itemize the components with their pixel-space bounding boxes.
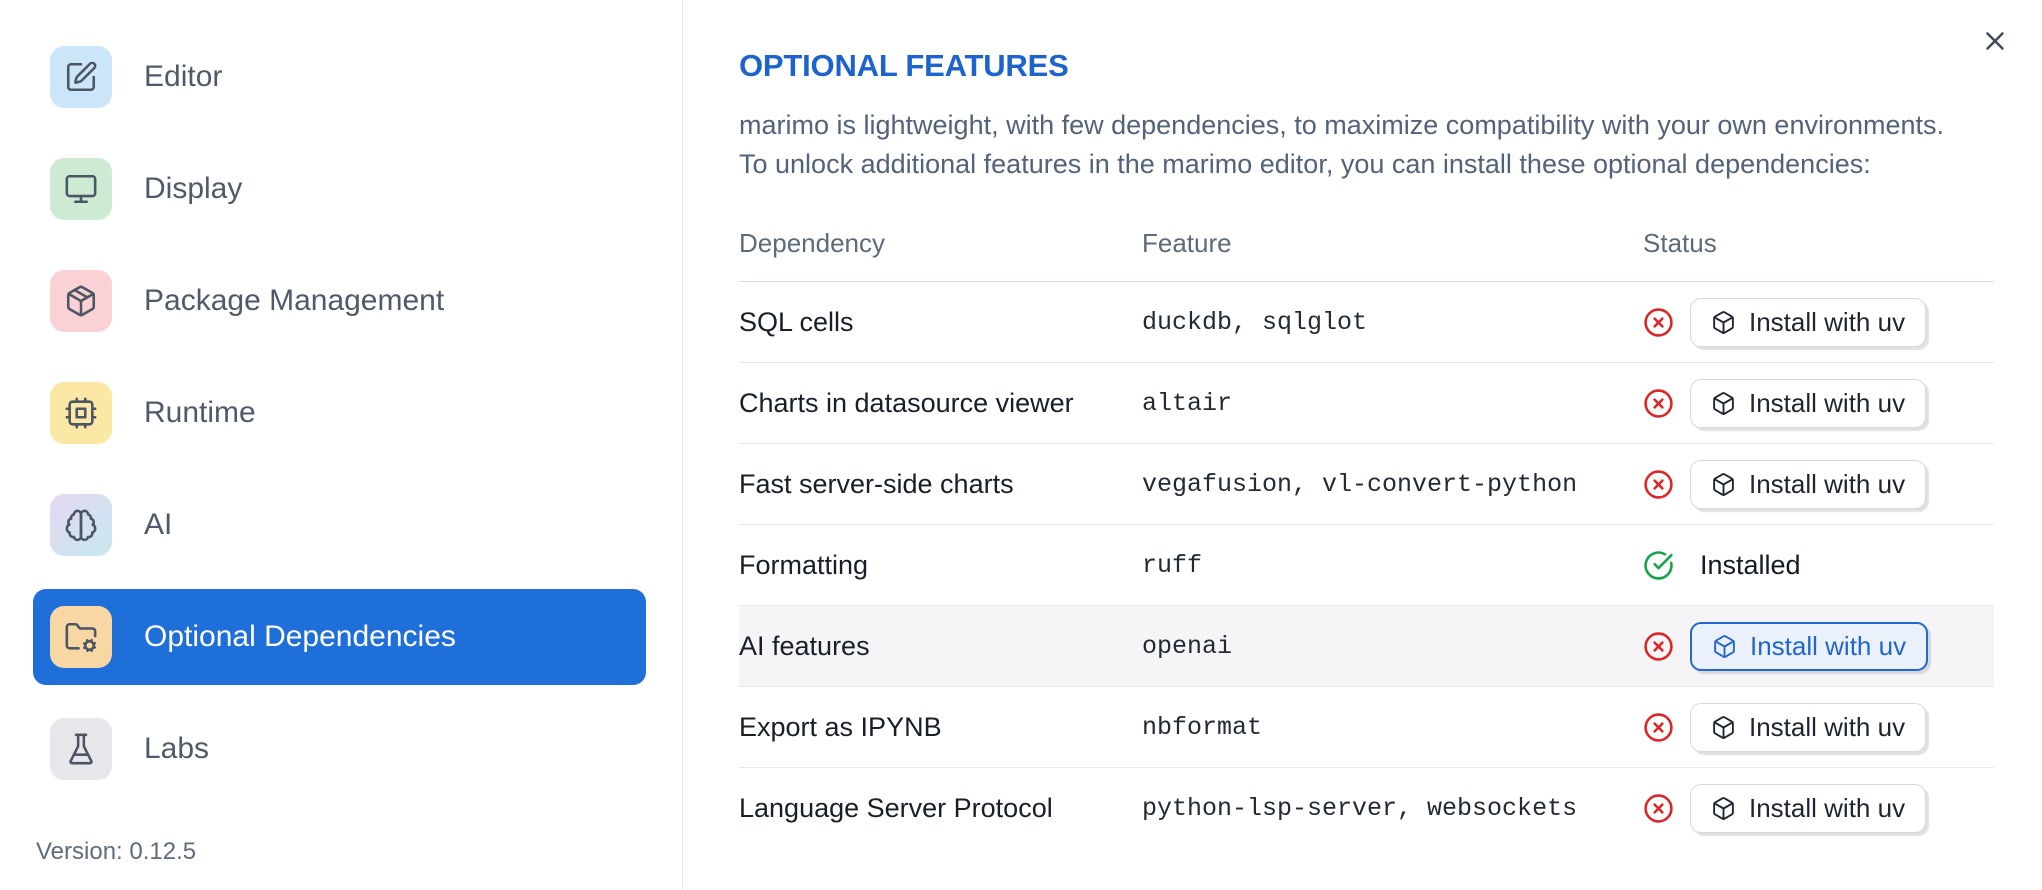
table-row-formatting: Formatting ruff Installed (739, 524, 1994, 606)
sidebar-item-label: Optional Dependencies (144, 620, 456, 653)
install-with-uv-button[interactable]: Install with uv (1690, 459, 1927, 509)
table-row-charts-datasource: Charts in datasource viewer altair Insta… (739, 362, 1994, 444)
optional-features-panel: OPTIONAL FEATURES marimo is lightweight,… (683, 0, 2042, 890)
feature-packages: duckdb, sqlglot (1142, 281, 1643, 363)
sidebar-item-label: AI (144, 508, 173, 541)
column-header-dependency: Dependency (739, 184, 1142, 282)
monitor-icon (50, 158, 112, 220)
feature-packages: python-lsp-server, websockets (1142, 793, 1578, 823)
circle-x-icon (1644, 307, 1673, 337)
close-button[interactable] (1978, 24, 2012, 58)
square-pen-icon (50, 46, 112, 108)
circle-x-icon (1644, 631, 1673, 661)
settings-nav: Editor Display Package Management Runtim… (33, 29, 646, 797)
install-with-uv-button[interactable]: Install with uv (1690, 783, 1927, 833)
sidebar-item-label: Editor (144, 60, 223, 93)
box-icon (1713, 310, 1734, 334)
box-icon (1713, 796, 1734, 820)
circle-x-icon (1644, 794, 1673, 823)
install-with-uv-button[interactable]: Install with uv (1690, 297, 1927, 347)
sidebar-item-label: Labs (144, 732, 210, 765)
circle-check-icon (1644, 550, 1673, 580)
circle-x-icon (1644, 388, 1673, 418)
install-with-uv-button[interactable]: Install with uv (1690, 378, 1927, 428)
version-label: Version: 0.12.5 (36, 838, 197, 865)
description-line-2: To unlock additional features in the mar… (739, 149, 1871, 179)
feature-packages: altair (1142, 362, 1643, 444)
dependency-name: Fast server-side charts (739, 443, 1142, 525)
install-button-label: Install with uv (1749, 468, 1906, 499)
circle-x-icon (1644, 469, 1673, 499)
dependency-name: SQL cells (739, 281, 1142, 363)
page-title: OPTIONAL FEATURES (739, 48, 1069, 83)
dependency-name: Export as IPYNB (739, 686, 1142, 768)
table-header-row: Dependency Feature Status (739, 184, 1994, 282)
table-row-sql-cells: SQL cells duckdb, sqlglot Install with u… (739, 281, 1994, 363)
sidebar-item-labs[interactable]: Labs (33, 701, 646, 797)
flask-icon (50, 718, 112, 780)
table-row-ai-features: AI features openai Install with uv (739, 605, 1994, 687)
install-button-label: Install with uv (1749, 306, 1906, 337)
sidebar-item-display[interactable]: Display (33, 141, 646, 237)
install-button-label: Install with uv (1749, 792, 1906, 823)
sidebar-item-runtime[interactable]: Runtime (33, 365, 646, 461)
box-icon (1713, 472, 1734, 496)
circle-x-icon (1644, 712, 1673, 742)
settings-sidebar: Editor Display Package Management Runtim… (0, 0, 683, 890)
settings-dialog: Editor Display Package Management Runtim… (0, 0, 2042, 890)
sidebar-item-label: Package Management (144, 284, 445, 317)
sidebar-item-editor[interactable]: Editor (33, 29, 646, 125)
table-row-fast-server-side-charts: Fast server-side charts vegafusion, vl-c… (739, 443, 1994, 525)
box-icon (1713, 391, 1734, 415)
sidebar-item-ai[interactable]: AI (33, 477, 646, 573)
brain-icon (50, 494, 112, 556)
install-with-uv-button-focused[interactable]: Install with uv (1690, 621, 1929, 671)
feature-packages: vegafusion, vl-convert-python (1142, 443, 1643, 525)
description-text: marimo is lightweight, with few dependen… (739, 106, 1996, 184)
sidebar-item-package-management[interactable]: Package Management (33, 253, 646, 349)
install-button-label: Install with uv (1749, 711, 1906, 742)
sidebar-item-label: Display (144, 172, 243, 205)
dependency-name: AI features (739, 605, 1142, 687)
install-button-label: Install with uv (1749, 387, 1906, 418)
feature-packages: openai (1142, 605, 1643, 687)
table-row-export-ipynb: Export as IPYNB nbformat Install with uv (739, 686, 1994, 768)
install-with-uv-button[interactable]: Install with uv (1690, 702, 1927, 752)
close-icon (1986, 32, 2004, 50)
dependencies-table: Dependency Feature Status SQL cells duck… (739, 184, 1994, 849)
dependency-name: Language Server Protocol (739, 792, 1053, 823)
box-icon (1714, 634, 1735, 658)
installed-status-label: Installed (1700, 549, 1801, 580)
box-icon (1713, 715, 1734, 739)
column-header-status: Status (1643, 184, 1994, 282)
dependency-name: Formatting (739, 524, 1142, 606)
sidebar-item-label: Runtime (144, 396, 256, 429)
sidebar-item-optional-dependencies[interactable]: Optional Dependencies (33, 589, 646, 685)
dependency-name: Charts in datasource viewer (739, 362, 1142, 444)
description-line-1: marimo is lightweight, with few dependen… (739, 110, 1945, 140)
table-row-language-server-protocol: Language Server Protocol python-lsp-serv… (739, 768, 1994, 849)
cpu-icon (50, 382, 112, 444)
column-header-feature: Feature (1142, 184, 1643, 282)
install-button-label: Install with uv (1750, 630, 1907, 661)
feature-packages: ruff (1142, 524, 1643, 606)
folder-cog-icon (50, 606, 112, 668)
feature-packages: nbformat (1142, 686, 1643, 768)
package-icon (50, 270, 112, 332)
